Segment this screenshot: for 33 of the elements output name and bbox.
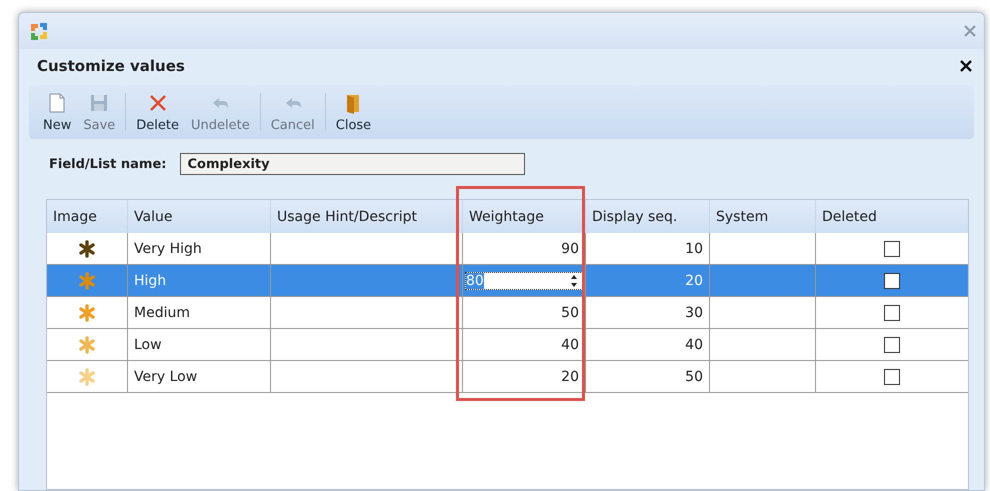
checkbox[interactable] [884,368,900,384]
table-cell: Medium [127,297,270,328]
table-cell: 10 [585,233,709,264]
table-cell: 20 [462,361,585,392]
table-cell: 40 [585,329,709,360]
table-cell: 90 [462,233,585,264]
table-cell: Very Low [127,361,270,392]
checkbox[interactable] [884,336,900,352]
close-button[interactable]: Close [330,85,378,139]
table-cell: Low [127,329,270,360]
table-cell: Very High [127,233,270,264]
spinner-arrows-icon[interactable] [570,272,578,288]
table-cell: 30 [585,297,709,328]
table-cell: High [127,265,270,296]
grid-row[interactable]: Medium 50 30 [47,297,968,329]
table-cell: 50 [462,297,585,328]
app-logo-icon [29,21,49,41]
grid-row[interactable]: Very High 90 10 [47,233,968,265]
new-button[interactable]: New [37,85,78,139]
name-field[interactable]: Complexity [180,153,526,175]
grid-row[interactable]: Low 40 40 [47,329,968,361]
checkbox[interactable] [884,272,900,288]
field-label: Field/List name: [49,156,166,172]
delete-button[interactable]: Delete [130,85,185,139]
close-icon[interactable] [960,60,972,72]
table-cell: 20 [585,265,709,296]
column-header[interactable]: Image [47,200,127,233]
grid-row[interactable]: Very Low 20 50 [47,361,968,393]
table-cell: 40 [462,329,585,360]
table-cell: 50 [585,361,709,392]
checkbox[interactable] [884,240,900,256]
checkbox[interactable] [884,304,900,320]
dialog-title: Customize values [37,57,185,75]
